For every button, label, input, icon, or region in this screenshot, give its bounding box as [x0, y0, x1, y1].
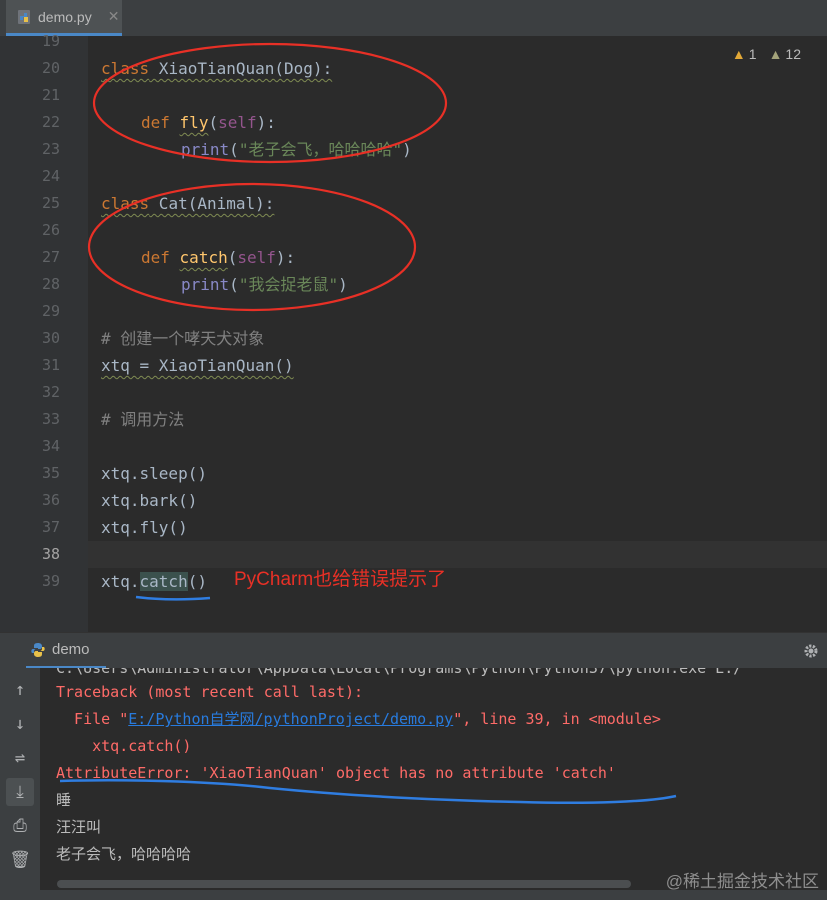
- close-tab-icon[interactable]: ✕: [108, 8, 120, 25]
- line-number-current: 38: [41, 545, 60, 563]
- line-number: 21: [41, 86, 60, 104]
- warning-icon: ▲: [731, 46, 746, 62]
- gear-icon[interactable]: [803, 643, 819, 659]
- output-line: 汪汪叫: [56, 818, 102, 836]
- line-number: 39: [41, 572, 60, 590]
- file-link[interactable]: E:/Python自学网/pythonProject/demo.py: [128, 710, 453, 728]
- inspection-widget[interactable]: ▲ 1 ▲ 12: [732, 46, 801, 62]
- line-number: 29: [41, 302, 60, 320]
- console-output[interactable]: C:\Users\Administrator\AppData\Local\Pro…: [40, 668, 827, 900]
- tab-label: demo.py: [38, 8, 92, 25]
- code-line-30: # 创建一个哮天犬对象: [101, 329, 265, 348]
- code-line-36: xtq.bark(): [101, 491, 198, 510]
- line-number: 32: [41, 383, 60, 401]
- line-number: 34: [41, 437, 60, 455]
- code-line-33: # 调用方法: [101, 410, 185, 429]
- line-number: 19: [41, 32, 60, 50]
- line-number-gutter: 19 20 21 22 23 24 25 26 27 28 29 30 31 3…: [0, 32, 99, 632]
- line-number: 20: [41, 59, 60, 77]
- horizontal-scrollbar[interactable]: [57, 880, 631, 888]
- watermark: @稀土掘金技术社区: [665, 872, 819, 891]
- run-toolbar: ↑ ↓ ⇌ ⤓ ⎙ 🗑: [0, 668, 41, 900]
- weak-warnings-count[interactable]: ▲ 12: [769, 46, 801, 62]
- line-number: 26: [41, 221, 60, 239]
- code-line-28: print("我会捉老鼠"): [181, 275, 348, 294]
- traceback-header: Traceback (most recent call last):: [56, 683, 364, 701]
- output-line: 老子会飞，哈哈哈哈: [56, 845, 192, 863]
- traceback-code-line: xtq.catch(): [56, 737, 192, 755]
- code-line-22: def fly(self):: [141, 113, 276, 132]
- run-tab-label: demo: [52, 641, 90, 658]
- line-number: 23: [41, 140, 60, 158]
- line-number: 30: [41, 329, 60, 347]
- annotation-note: PyCharm也给错误提示了: [234, 569, 447, 590]
- run-tab-demo[interactable]: demo: [26, 633, 106, 669]
- down-arrow-icon[interactable]: ↓: [6, 710, 34, 738]
- python-icon: [31, 642, 45, 657]
- up-arrow-icon[interactable]: ↑: [6, 676, 34, 704]
- run-tool-window-header: demo: [0, 632, 827, 669]
- code-line-20: class XiaoTianQuan(Dog):: [101, 59, 333, 78]
- code-line-39: xtq.catch(): [101, 572, 207, 591]
- unresolved-reference: catch: [139, 572, 188, 591]
- traceback-file-line: File "E:/Python自学网/pythonProject/demo.py…: [56, 710, 661, 728]
- line-number: 25: [41, 194, 60, 212]
- python-file-icon: [18, 9, 30, 24]
- line-number: 28: [41, 275, 60, 293]
- code-line-25: class Cat(Animal):: [101, 194, 275, 213]
- print-icon[interactable]: ⎙: [6, 812, 34, 840]
- code-line-27: def catch(self):: [141, 248, 296, 267]
- code-line-23: print("老子会飞，哈哈哈哈"): [181, 140, 412, 159]
- line-number: 27: [41, 248, 60, 266]
- trash-icon[interactable]: 🗑: [6, 846, 34, 874]
- line-number: 24: [41, 167, 60, 185]
- code-line-37: xtq.fly(): [101, 518, 188, 537]
- error-message: AttributeError: 'XiaoTianQuan' object ha…: [56, 764, 616, 782]
- soft-wrap-icon[interactable]: ⇌: [6, 744, 34, 772]
- caret-row-highlight: [88, 541, 827, 568]
- code-line-31: xtq = XiaoTianQuan(): [101, 356, 294, 375]
- line-number: 31: [41, 356, 60, 374]
- line-number: 33: [41, 410, 60, 428]
- output-line: 睡: [56, 791, 72, 809]
- line-number: 37: [41, 518, 60, 536]
- code-editor[interactable]: class XiaoTianQuan(Dog): def fly(self): …: [88, 36, 827, 632]
- warnings-count[interactable]: ▲ 1: [732, 46, 757, 62]
- scroll-to-end-icon[interactable]: ⤓: [6, 778, 34, 806]
- line-number: 22: [41, 113, 60, 131]
- weak-warning-icon: ▲: [768, 46, 783, 62]
- editor-tab-bar: demo.py ✕: [0, 0, 827, 37]
- code-line-35: xtq.sleep(): [101, 464, 207, 483]
- line-number: 35: [41, 464, 60, 482]
- line-number: 36: [41, 491, 60, 509]
